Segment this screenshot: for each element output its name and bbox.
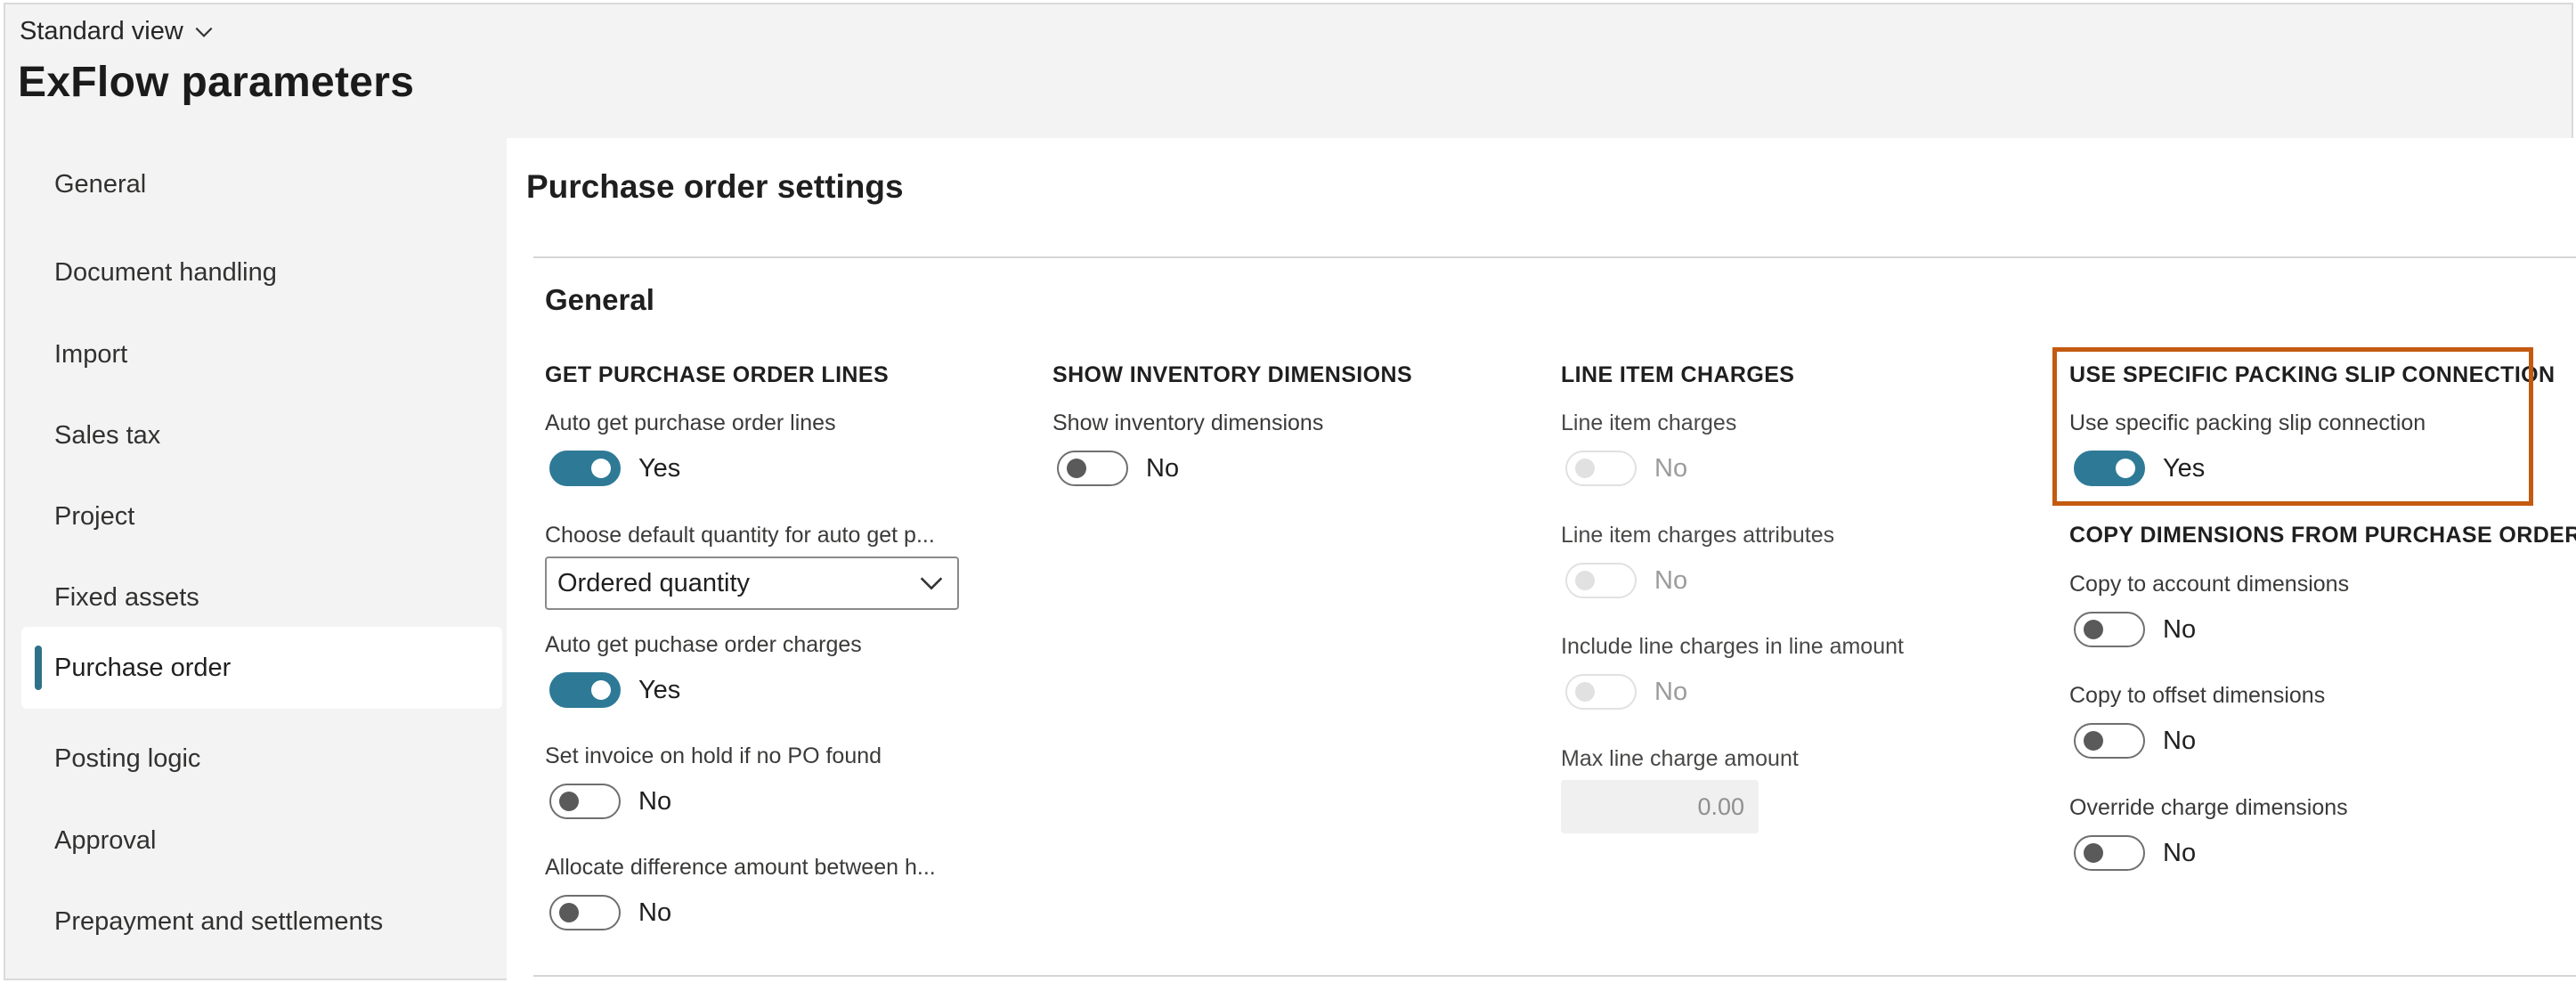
toggle-show-inventory-dims[interactable]: No (1057, 451, 1179, 486)
heading-show-inventory-dims: SHOW INVENTORY DIMENSIONS (1052, 362, 1413, 387)
sidebar-item-project[interactable]: Project (21, 482, 502, 551)
toggle-value: No (2163, 726, 2197, 755)
heading-line-item-charges: LINE ITEM CHARGES (1561, 362, 1795, 387)
sidebar-item-approval[interactable]: Approval (21, 806, 502, 875)
sidebar-nav: General Document handling Import Sales t… (18, 140, 506, 977)
toggle-value: No (2163, 838, 2197, 867)
toggle-switch[interactable] (2074, 835, 2145, 871)
divider (533, 256, 2576, 258)
toggle-switch[interactable] (549, 784, 621, 819)
toggle-switch[interactable] (1057, 451, 1128, 486)
toggle-auto-get-charges[interactable]: Yes (549, 672, 680, 708)
toggle-copy-account-dims[interactable]: No (2074, 612, 2196, 647)
toggle-value: Yes (638, 675, 681, 704)
sidebar-item-purchase-order[interactable]: Purchase order (21, 627, 502, 709)
toggle-value: No (638, 786, 672, 816)
page-title: ExFlow parameters (18, 59, 415, 106)
toggle-auto-get-lines[interactable]: Yes (549, 451, 680, 486)
sidebar-item-import[interactable]: Import (21, 320, 502, 389)
sidebar-item-label: General (54, 169, 147, 199)
toggle-include-line-charges: No (1565, 674, 1687, 710)
sidebar-item-label: Fixed assets (54, 582, 199, 612)
toggle-switch (1565, 563, 1637, 598)
sidebar-item-label: Posting logic (54, 743, 201, 773)
dropdown-value: Ordered quantity (557, 568, 751, 597)
toggle-value: No (638, 898, 672, 927)
toggle-switch[interactable] (2074, 723, 2145, 759)
toggle-value: No (2163, 614, 2197, 644)
sidebar-item-prepayment-settlements[interactable]: Prepayment and settlements (21, 887, 502, 956)
section-title: Purchase order settings (526, 168, 904, 205)
toggle-line-item-charges-attributes: No (1565, 563, 1687, 598)
label-default-quantity: Choose default quantity for auto get p..… (545, 523, 935, 548)
active-indicator (35, 646, 42, 690)
toggle-switch[interactable] (549, 672, 621, 708)
chevron-down-icon (195, 27, 213, 37)
toggle-hold-no-po[interactable]: No (549, 784, 671, 819)
toggle-value: No (1654, 565, 1688, 595)
sidebar-item-posting-logic[interactable]: Posting logic (21, 724, 502, 793)
label-copy-offset-dims: Copy to offset dimensions (2069, 683, 2326, 708)
toggle-switch[interactable] (549, 895, 621, 930)
toggle-switch[interactable] (549, 451, 621, 486)
sidebar-item-label: Sales tax (54, 420, 161, 450)
sidebar-item-document-handling[interactable]: Document handling (21, 238, 502, 307)
toggle-value: No (1146, 453, 1180, 483)
heading-get-po-lines: GET PURCHASE ORDER LINES (545, 362, 890, 387)
sidebar-item-label: Prepayment and settlements (54, 906, 384, 936)
sidebar-item-label: Approval (54, 825, 157, 855)
toggle-switch (1565, 451, 1637, 486)
main-content: Purchase order settings General GET PURC… (507, 138, 2576, 982)
sidebar-item-sales-tax[interactable]: Sales tax (21, 401, 502, 470)
label-hold-no-po: Set invoice on hold if no PO found (545, 743, 882, 768)
sidebar-item-general[interactable]: General (21, 150, 502, 219)
divider (533, 975, 2576, 977)
toggle-switch[interactable] (2074, 612, 2145, 647)
label-auto-get-charges: Auto get puchase order charges (545, 632, 862, 657)
sidebar-item-label: Import (54, 339, 128, 369)
toggle-override-charge-dims[interactable]: No (2074, 835, 2196, 871)
sidebar-item-label: Document handling (54, 257, 277, 287)
sidebar-item-label: Purchase order (54, 653, 232, 682)
label-line-item-charges: Line item charges (1561, 410, 1737, 435)
highlight-annotation (2052, 347, 2533, 506)
sidebar-item-fixed-assets[interactable]: Fixed assets (21, 563, 502, 632)
sidebar-item-label: Project (54, 501, 135, 531)
label-max-line-charge: Max line charge amount (1561, 746, 1799, 771)
heading-copy-dimensions: COPY DIMENSIONS FROM PURCHASE ORDER (2069, 523, 2576, 548)
toggle-allocate-difference[interactable]: No (549, 895, 671, 930)
group-title-general[interactable]: General (545, 283, 654, 317)
toggle-copy-offset-dims[interactable]: No (2074, 723, 2196, 759)
label-override-charge-dims: Override charge dimensions (2069, 795, 2348, 820)
chevron-down-icon (920, 577, 943, 590)
label-allocate-difference: Allocate difference amount between h... (545, 855, 936, 880)
label-line-item-charges-attributes: Line item charges attributes (1561, 523, 1835, 548)
toggle-value: Yes (638, 453, 681, 483)
toggle-line-item-charges: No (1565, 451, 1687, 486)
label-copy-account-dims: Copy to account dimensions (2069, 572, 2350, 597)
default-quantity-dropdown[interactable]: Ordered quantity (545, 556, 959, 610)
view-label: Standard view (20, 17, 183, 45)
toggle-value: No (1654, 453, 1688, 483)
max-line-charge-input: 0.00 (1561, 780, 1759, 833)
view-selector[interactable]: Standard view (20, 17, 215, 46)
label-show-inventory-dims: Show inventory dimensions (1052, 410, 1324, 435)
label-auto-get-lines: Auto get purchase order lines (545, 410, 836, 435)
toggle-switch (1565, 674, 1637, 710)
label-include-line-charges: Include line charges in line amount (1561, 634, 1904, 659)
toggle-value: No (1654, 677, 1688, 706)
